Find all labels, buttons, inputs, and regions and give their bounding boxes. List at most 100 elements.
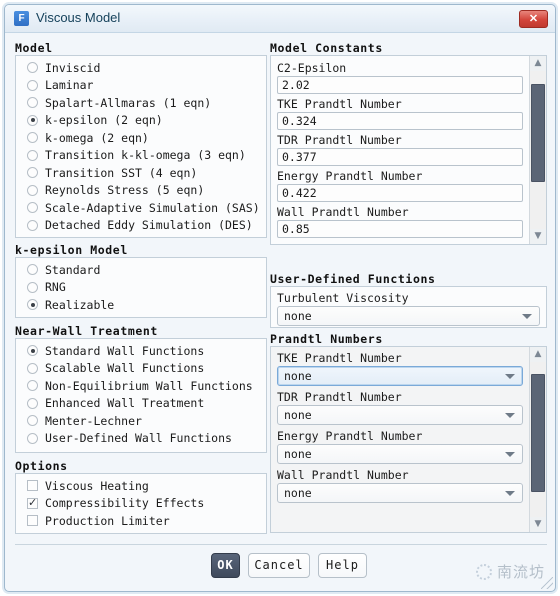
model-option-9[interactable]: Detached Eddy Simulation (DES) xyxy=(16,217,266,235)
prandtl-select-0[interactable]: none xyxy=(277,366,523,386)
cancel-button[interactable]: Cancel xyxy=(248,553,310,578)
model-constants-scrollbar[interactable]: ▲ ▼ xyxy=(529,56,546,244)
radio-icon[interactable] xyxy=(27,281,38,293)
radio-icon[interactable] xyxy=(27,202,38,214)
radio-icon[interactable] xyxy=(27,62,38,74)
chevron-down-icon xyxy=(505,491,515,496)
near-wall-option-label: Scalable Wall Functions xyxy=(45,361,205,376)
help-button[interactable]: Help xyxy=(318,553,367,578)
scrollbar-thumb[interactable] xyxy=(531,374,545,493)
prandtl-label-1: TDR Prandtl Number xyxy=(277,390,402,404)
near-wall-option-label: Enhanced Wall Treatment xyxy=(45,396,205,411)
option-checkbox-label: Compressibility Effects xyxy=(45,496,205,511)
watermark-logo-icon xyxy=(475,563,492,580)
prandtl-select-1[interactable]: none xyxy=(277,405,523,425)
model-constants-fields: C2-Epsilon 2.02 TKE Prandtl Number 0.324 TDR… xyxy=(271,56,529,244)
resize-grip[interactable] xyxy=(541,577,553,589)
radio-icon[interactable] xyxy=(27,132,38,144)
model-constant-input-4[interactable]: 0.85 xyxy=(277,220,523,238)
checkbox-icon[interactable] xyxy=(27,515,38,527)
model-option-6[interactable]: Transition SST (4 eqn) xyxy=(16,164,266,182)
prandtl-value-3: none xyxy=(284,486,312,500)
model-constants-group-label: Model Constants xyxy=(270,41,383,55)
checkbox-icon[interactable] xyxy=(27,496,38,509)
radio-icon[interactable] xyxy=(27,345,38,357)
prandtl-value-2: none xyxy=(284,447,312,461)
watermark: 南流坊 xyxy=(475,561,545,582)
prandtl-label-0: TKE Prandtl Number xyxy=(277,351,402,365)
scroll-up-icon[interactable]: ▲ xyxy=(530,56,546,71)
close-icon[interactable]: ✕ xyxy=(519,10,548,28)
ok-button[interactable]: OK xyxy=(211,553,240,578)
model-constants-panel: C2-Epsilon 2.02 TKE Prandtl Number 0.324 TDR… xyxy=(270,55,547,245)
near-wall-option-3[interactable]: Enhanced Wall Treatment xyxy=(16,395,266,413)
model-option-label: Transition k-kl-omega (3 eqn) xyxy=(45,148,246,163)
radio-icon[interactable] xyxy=(27,79,38,91)
model-option-label: Scale-Adaptive Simulation (SAS) xyxy=(45,200,260,215)
model-option-0[interactable]: Inviscid xyxy=(16,59,266,77)
radio-icon[interactable] xyxy=(27,380,38,392)
model-option-4[interactable]: k-omega (2 eqn) xyxy=(16,129,266,147)
near-wall-option-label: User-Defined Wall Functions xyxy=(45,431,232,446)
radio-icon[interactable] xyxy=(27,432,38,444)
radio-icon[interactable] xyxy=(27,362,38,374)
radio-icon[interactable] xyxy=(27,397,38,409)
prandtl-scrollbar[interactable]: ▲ ▼ xyxy=(529,347,546,532)
near-wall-option-5[interactable]: User-Defined Wall Functions xyxy=(16,430,266,448)
near-wall-group-label: Near-Wall Treatment xyxy=(15,324,158,338)
prandtl-fields: TKE Prandtl Number none TDR Prandtl Number… xyxy=(271,347,529,532)
radio-icon[interactable] xyxy=(27,264,38,276)
near-wall-option-label: Standard Wall Functions xyxy=(45,343,205,358)
kepsilon-group-label: k-epsilon Model xyxy=(15,243,128,257)
option-checkbox-2[interactable]: Production Limiter xyxy=(16,512,266,530)
kepsilon-option-label: Realizable xyxy=(45,297,115,312)
model-option-label: Detached Eddy Simulation (DES) xyxy=(45,218,253,233)
model-option-label: Inviscid xyxy=(45,60,101,75)
radio-icon[interactable] xyxy=(27,415,38,427)
model-option-3[interactable]: k-epsilon (2 eqn) xyxy=(16,112,266,130)
scrollbar-thumb[interactable] xyxy=(531,83,545,182)
model-constant-label-2: TDR Prandtl Number xyxy=(277,133,402,147)
prandtl-label-3: Wall Prandtl Number xyxy=(277,468,409,482)
scroll-up-icon[interactable]: ▲ xyxy=(530,347,546,362)
near-wall-option-0[interactable]: Standard Wall Functions xyxy=(16,342,266,360)
model-constant-input-1[interactable]: 0.324 xyxy=(277,112,523,130)
radio-icon[interactable] xyxy=(27,97,38,109)
window-title: Viscous Model xyxy=(36,10,121,25)
option-checkbox-0[interactable]: Viscous Heating xyxy=(16,477,266,495)
model-constant-input-2[interactable]: 0.377 xyxy=(277,148,523,166)
model-constant-label-4: Wall Prandtl Number xyxy=(277,205,409,219)
radio-icon[interactable] xyxy=(27,184,38,196)
model-option-1[interactable]: Laminar xyxy=(16,77,266,95)
model-option-5[interactable]: Transition k-kl-omega (3 eqn) xyxy=(16,147,266,165)
kepsilon-panel: Standard RNG Realizable xyxy=(15,257,267,318)
model-option-2[interactable]: Spalart-Allmaras (1 eqn) xyxy=(16,94,266,112)
radio-icon[interactable] xyxy=(27,114,38,126)
option-checkbox-label: Viscous Heating xyxy=(45,478,149,493)
radio-icon[interactable] xyxy=(27,219,38,231)
prandtl-select-2[interactable]: none xyxy=(277,444,523,464)
option-checkbox-1[interactable]: Compressibility Effects xyxy=(16,495,266,513)
scroll-down-icon[interactable]: ▼ xyxy=(530,229,546,244)
title-bar: F Viscous Model ✕ xyxy=(5,5,555,33)
kepsilon-option-1[interactable]: RNG xyxy=(16,279,266,297)
options-panel: Viscous Heating Compressibility Effects Pr… xyxy=(15,473,267,534)
near-wall-option-4[interactable]: Menter-Lechner xyxy=(16,412,266,430)
prandtl-select-3[interactable]: none xyxy=(277,483,523,503)
model-option-7[interactable]: Reynolds Stress (5 eqn) xyxy=(16,182,266,200)
checkbox-icon[interactable] xyxy=(27,480,38,492)
radio-icon[interactable] xyxy=(27,149,38,161)
model-constant-label-0: C2-Epsilon xyxy=(277,61,347,75)
radio-icon[interactable] xyxy=(27,167,38,179)
near-wall-option-2[interactable]: Non-Equilibrium Wall Functions xyxy=(16,377,266,395)
scroll-down-icon[interactable]: ▼ xyxy=(530,517,546,532)
model-option-8[interactable]: Scale-Adaptive Simulation (SAS) xyxy=(16,199,266,217)
kepsilon-option-0[interactable]: Standard xyxy=(16,261,266,279)
near-wall-option-1[interactable]: Scalable Wall Functions xyxy=(16,360,266,378)
radio-icon[interactable] xyxy=(27,299,38,311)
model-constant-input-3[interactable]: 0.422 xyxy=(277,184,523,202)
kepsilon-option-2[interactable]: Realizable xyxy=(16,296,266,314)
model-group-label: Model xyxy=(15,41,53,55)
model-constant-input-0[interactable]: 2.02 xyxy=(277,76,523,94)
turbulent-viscosity-select[interactable]: none xyxy=(277,306,540,326)
